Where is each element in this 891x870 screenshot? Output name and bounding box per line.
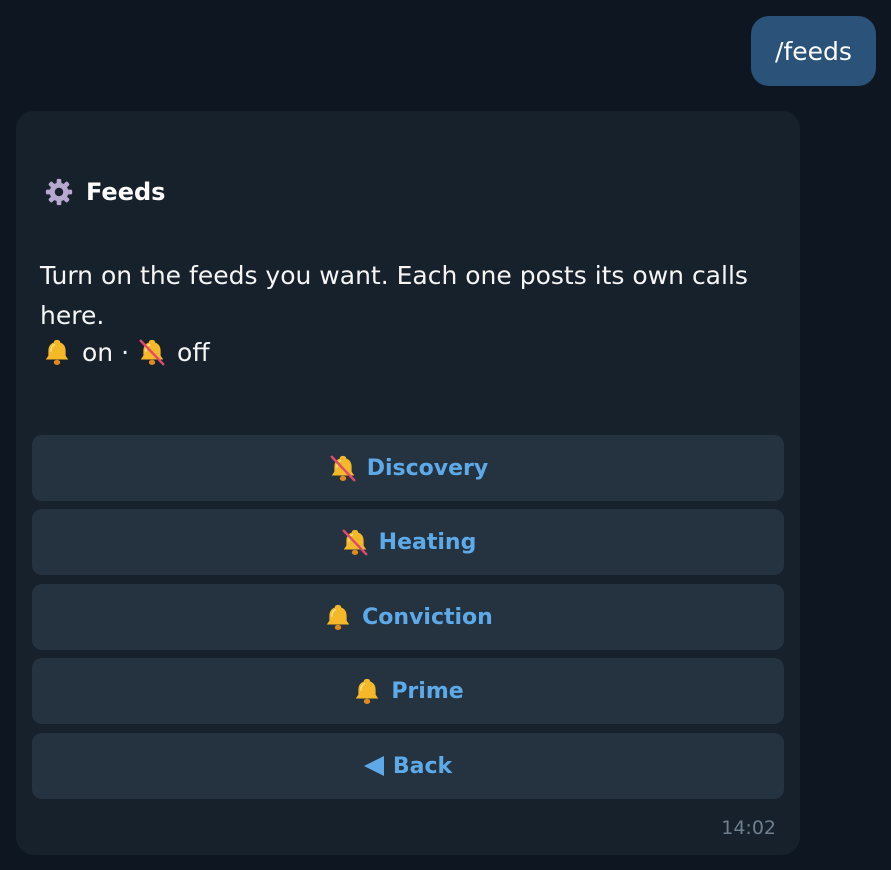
legend-off-label: off [177,337,210,367]
bot-message-card: Feeds Turn on the feeds you want. Each o… [16,111,800,855]
feed-button-discovery[interactable]: Discovery [32,435,784,501]
bell-icon [42,337,72,367]
button-label: Conviction [362,604,493,630]
button-label: Back [392,753,453,779]
message-timestamp: 14:02 [721,817,776,839]
legend-on-label: on · [82,337,130,367]
feed-button-conviction[interactable]: Conviction [32,584,784,650]
back-arrow-icon [363,756,384,776]
bell-off-icon [340,527,370,557]
user-message-bubble: /feeds [751,16,876,86]
bell-legend: on · off [42,337,218,367]
user-message-text: /feeds [775,36,852,66]
button-label: Discovery [366,455,489,481]
feed-button-prime[interactable]: Prime [32,658,784,724]
legend-separator: · [121,337,130,367]
message-description: Turn on the feeds you want. Each one pos… [40,261,748,330]
message-title-text: Feeds [86,178,166,206]
button-label: Heating [378,529,477,555]
bell-off-icon [137,337,167,367]
bell-icon [352,676,382,706]
bell-off-icon [328,453,358,483]
message-title: Feeds [44,177,165,207]
bell-icon [323,602,353,632]
button-label: Prime [391,678,464,704]
back-button[interactable]: Back [32,733,784,799]
feed-button-heating[interactable]: Heating [32,509,784,575]
gear-icon [44,177,74,207]
